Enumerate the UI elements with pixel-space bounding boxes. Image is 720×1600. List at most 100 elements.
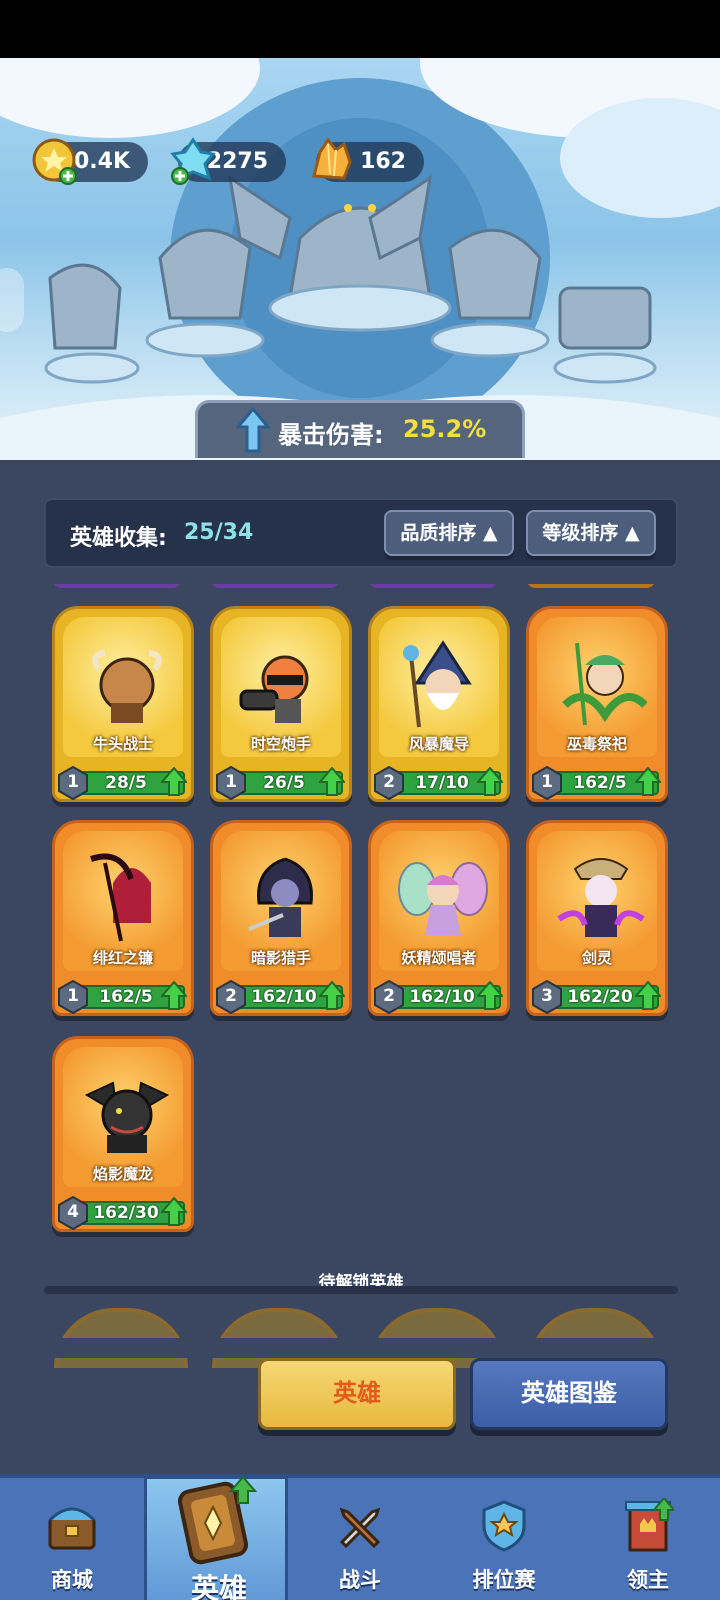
hero-card[interactable]: 牛头战士 28/5 1 — [52, 606, 194, 802]
hero-card-icon — [177, 1475, 258, 1565]
card-stub — [526, 584, 656, 588]
hero-level: 4 — [67, 1202, 79, 1222]
hero-portrait-icon — [403, 640, 472, 728]
shard-progress-text: 17/10 — [415, 773, 469, 793]
level-badge: 2 — [373, 979, 405, 1015]
bottom-nav: 商城 英雄 战斗 排位赛 领主 — [0, 1474, 720, 1600]
hero-portrait-icon — [562, 642, 647, 726]
hero-codex-button[interactable]: 英雄图鉴 — [470, 1358, 668, 1430]
shard-progress-text: 28/5 — [105, 773, 147, 793]
upgrade-arrow-icon — [161, 1197, 187, 1226]
upgrade-arrow-icon — [319, 767, 345, 796]
hero-level: 1 — [541, 772, 553, 792]
hero-card[interactable]: 焰影魔龙 162/30 4 — [52, 1036, 194, 1232]
locked-mask — [44, 1338, 678, 1358]
hero-name: 牛头战士 — [92, 735, 153, 753]
app-root: 10.4K 2275 162 暴击伤害: 25.2% 英雄收集: 25/34 品… — [0, 0, 720, 1600]
shard-progress-text: 162/10 — [251, 987, 317, 1007]
level-badge: 2 — [215, 979, 247, 1015]
hero-card[interactable]: 巫毒祭祀 162/5 1 — [526, 606, 668, 802]
level-badge: 1 — [215, 765, 247, 801]
hero-card[interactable]: 风暴魔导 17/10 2 — [368, 606, 510, 802]
nav-shop-label: 商城 — [51, 1568, 93, 1592]
hero-card[interactable]: 暗影猎手 162/10 2 — [210, 820, 352, 1016]
hero-name: 暗影猎手 — [250, 949, 311, 967]
hero-level: 3 — [541, 986, 553, 1006]
level-badge: 1 — [57, 765, 89, 801]
nav-ranked[interactable]: 排位赛 — [432, 1478, 576, 1600]
amber-crystal-icon — [312, 137, 352, 180]
hero-card[interactable]: 妖精颂唱者 162/10 2 — [368, 820, 510, 1016]
hero-level: 1 — [67, 986, 79, 1006]
hero-portrait-icon — [248, 857, 313, 937]
collection-count: 25/34 — [184, 520, 254, 545]
quality-sort-button[interactable]: 品质排序 ▲ — [384, 510, 514, 556]
lord-banner-icon — [625, 1498, 674, 1552]
hero-name: 时空炮手 — [250, 735, 311, 753]
crystal-counter[interactable]: 2275 — [170, 137, 286, 185]
hero-name: 剑灵 — [581, 949, 612, 967]
shop-chest-icon — [48, 1507, 96, 1550]
upgrade-arrow-icon — [319, 981, 345, 1010]
upgrade-arrow-icon — [477, 767, 503, 796]
shard-progress-text: 162/10 — [409, 987, 475, 1007]
locked-divider — [44, 1286, 678, 1294]
hero-portrait-icon — [557, 858, 645, 937]
hero-level: 2 — [383, 986, 395, 1006]
upgrade-arrow-icon — [635, 981, 661, 1010]
amber-counter[interactable]: 162 — [312, 137, 424, 182]
nav-hero-label: 英雄 — [190, 1572, 247, 1600]
level-badge: 3 — [531, 979, 563, 1015]
card-stub — [368, 584, 498, 588]
hero-name: 巫毒祭祀 — [566, 735, 627, 753]
arrow-up-icon — [236, 407, 270, 453]
collection-label: 英雄收集: — [70, 526, 167, 551]
shard-progress-text: 162/20 — [567, 987, 633, 1007]
hero-name: 焰影魔龙 — [92, 1165, 153, 1183]
nav-battle[interactable]: 战斗 — [288, 1478, 432, 1600]
card-stub — [210, 584, 340, 588]
hero-grid[interactable]: 牛头战士 28/5 1 时空炮手 26/5 1 风暴魔导 17/10 2 巫毒祭祀 162/5 1 绯红… — [44, 584, 678, 1254]
upgrade-arrow-icon — [161, 981, 187, 1010]
hero-card[interactable]: 绯红之镰 162/5 1 — [52, 820, 194, 1016]
upgrade-arrow-icon — [161, 767, 187, 796]
hero-level: 2 — [383, 772, 395, 792]
hero-level: 1 — [67, 772, 79, 792]
buff-value: 25.2% — [403, 415, 487, 443]
triangle-up-icon: ▲ — [625, 522, 640, 544]
gold-coin-icon — [32, 138, 77, 185]
level-sort-button[interactable]: 等级排序 ▲ — [526, 510, 656, 556]
hero-level: 1 — [225, 772, 237, 792]
hero-portrait-icon — [92, 650, 162, 723]
shard-progress-text: 162/30 — [93, 1203, 159, 1223]
nav-lord-label: 领主 — [627, 1568, 669, 1592]
hero-portrait-icon — [90, 853, 151, 942]
level-badge: 4 — [57, 1195, 89, 1231]
upgrade-arrow-icon — [635, 767, 661, 796]
hero-name: 妖精颂唱者 — [401, 949, 477, 967]
hero-card[interactable]: 剑灵 162/20 3 — [526, 820, 668, 1016]
ice-crystal-icon — [170, 137, 216, 185]
hero-name: 风暴魔导 — [408, 735, 469, 753]
hero-portrait-icon — [398, 862, 488, 935]
level-badge: 1 — [531, 765, 563, 801]
ranked-shield-icon — [482, 1500, 526, 1552]
nav-lord[interactable]: 领主 — [576, 1478, 720, 1600]
hero-tab-button[interactable]: 英雄 — [258, 1358, 456, 1430]
card-stub — [52, 584, 182, 588]
hero-card[interactable]: 时空炮手 26/5 1 — [210, 606, 352, 802]
amber-value: 162 — [360, 149, 406, 174]
level-badge: 2 — [373, 765, 405, 801]
level-sort-label: 等级排序 — [542, 522, 619, 544]
hero-portrait-icon — [84, 1081, 170, 1153]
nav-battle-label: 战斗 — [339, 1568, 381, 1592]
nav-shop[interactable]: 商城 — [0, 1478, 144, 1600]
gold-counter[interactable]: 10.4K — [32, 138, 148, 185]
nav-hero[interactable]: 英雄 — [144, 1475, 288, 1600]
buff-banner: 暴击伤害: 25.2% — [195, 400, 525, 458]
nav-ranked-label: 排位赛 — [472, 1568, 536, 1592]
level-badge: 1 — [57, 979, 89, 1015]
hero-level: 2 — [225, 986, 237, 1006]
side-handle[interactable] — [0, 268, 24, 332]
shard-progress-text: 26/5 — [263, 773, 305, 793]
